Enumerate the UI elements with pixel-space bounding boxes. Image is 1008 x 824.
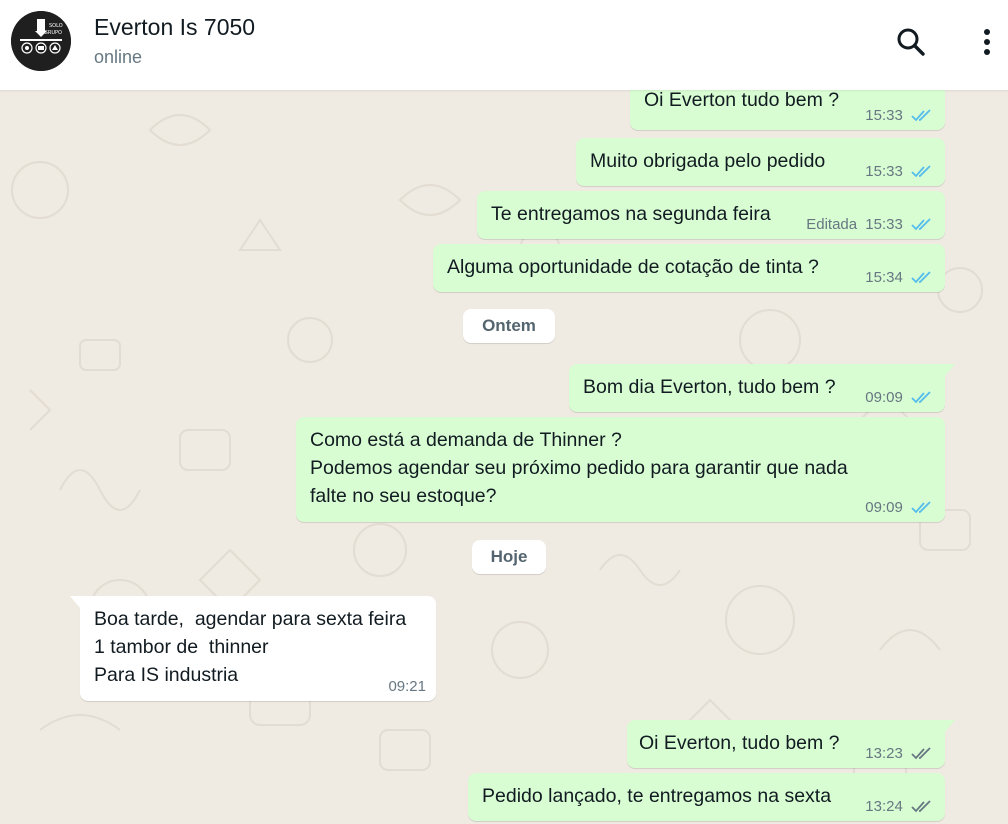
bubble-tail [945,720,955,732]
message-bubble-outgoing[interactable]: Pedido lançado, te entregamos na sexta 1… [468,773,945,821]
message-text: Boa tarde, agendar para sexta feira 1 ta… [94,608,407,686]
message-bubble-outgoing[interactable]: Alguma oportunidade de cotação de tinta … [433,244,945,292]
message-meta: 15:34 [865,270,935,286]
message-meta: 09:09 [865,390,935,406]
message-time: 15:33 [865,216,903,233]
message-meta: 09:09 [865,500,935,516]
contact-avatar[interactable]: SOLO GRUPO [11,11,71,71]
bubble-tail [70,596,80,608]
message-list[interactable]: Oi Everton tudo bem ? 15:33 Muito obriga… [0,90,1008,824]
message-text: Muito obrigada pelo pedido [590,150,826,172]
avatar-text-grupo: GRUPO [44,30,62,36]
double-check-read-icon [911,271,931,284]
search-icon [897,28,925,56]
message-bubble-incoming[interactable]: Boa tarde, agendar para sexta feira 1 ta… [80,596,436,701]
message-meta: Editada 15:33 [806,217,935,233]
date-separator: Hoje [472,540,546,574]
message-bubble-outgoing[interactable]: Como está a demanda de Thinner ? Podemos… [296,417,945,522]
message-meta: 15:33 [865,164,935,180]
chat-header: SOLO GRUPO Everton Is 7050 online [0,0,1008,90]
message-time: 15:33 [865,107,903,124]
double-check-read-icon [911,391,931,404]
message-meta: 09:21 [388,679,426,695]
message-text: Bom dia Everton, tudo bem ? [583,376,836,398]
message-meta: 13:23 [865,746,935,762]
message-text: Pedido lançado, te entregamos na sexta [482,785,832,807]
message-bubble-outgoing[interactable]: Oi Everton, tudo bem ? 13:23 [627,720,945,768]
avatar-text-solo: SOLO [49,23,63,29]
message-text: Oi Everton, tudo bem ? [639,732,840,754]
date-separator: Ontem [463,309,555,343]
message-text: Como está a demanda de Thinner ? Podemos… [310,429,848,507]
message-time: 15:34 [865,269,903,286]
message-time: 09:09 [865,499,903,516]
contact-name[interactable]: Everton Is 7050 [94,14,255,41]
search-button[interactable] [895,26,927,58]
message-time: 15:33 [865,163,903,180]
message-time: 13:24 [865,798,903,815]
message-time: 09:09 [865,389,903,406]
message-text: Oi Everton tudo bem ? [644,90,840,111]
message-time: 13:23 [865,745,903,762]
message-meta: 13:24 [865,799,935,815]
double-check-read-icon [911,165,931,178]
double-check-delivered-icon [911,800,931,813]
edited-label: Editada [806,216,858,233]
message-meta: 15:33 [865,108,935,124]
bubble-tail [945,364,955,376]
contact-status: online [94,47,143,67]
message-bubble-outgoing[interactable]: Te entregamos na segunda feira Editada 1… [477,191,945,239]
double-check-delivered-icon [911,747,931,760]
menu-button[interactable] [976,26,998,58]
double-check-read-icon [911,501,931,514]
message-bubble-outgoing[interactable]: Bom dia Everton, tudo bem ? 09:09 [569,364,945,412]
message-time: 09:21 [388,678,426,695]
message-text: Alguma oportunidade de cotação de tinta … [447,256,819,278]
message-text: Te entregamos na segunda feira [491,203,771,225]
double-check-read-icon [911,218,931,231]
message-bubble-outgoing[interactable]: Oi Everton tudo bem ? 15:33 [630,90,945,130]
kebab-menu-icon [984,29,990,55]
double-check-read-icon [911,109,931,122]
avatar-logo-icon: SOLO GRUPO [11,11,71,71]
message-bubble-outgoing[interactable]: Muito obrigada pelo pedido 15:33 [576,138,945,186]
